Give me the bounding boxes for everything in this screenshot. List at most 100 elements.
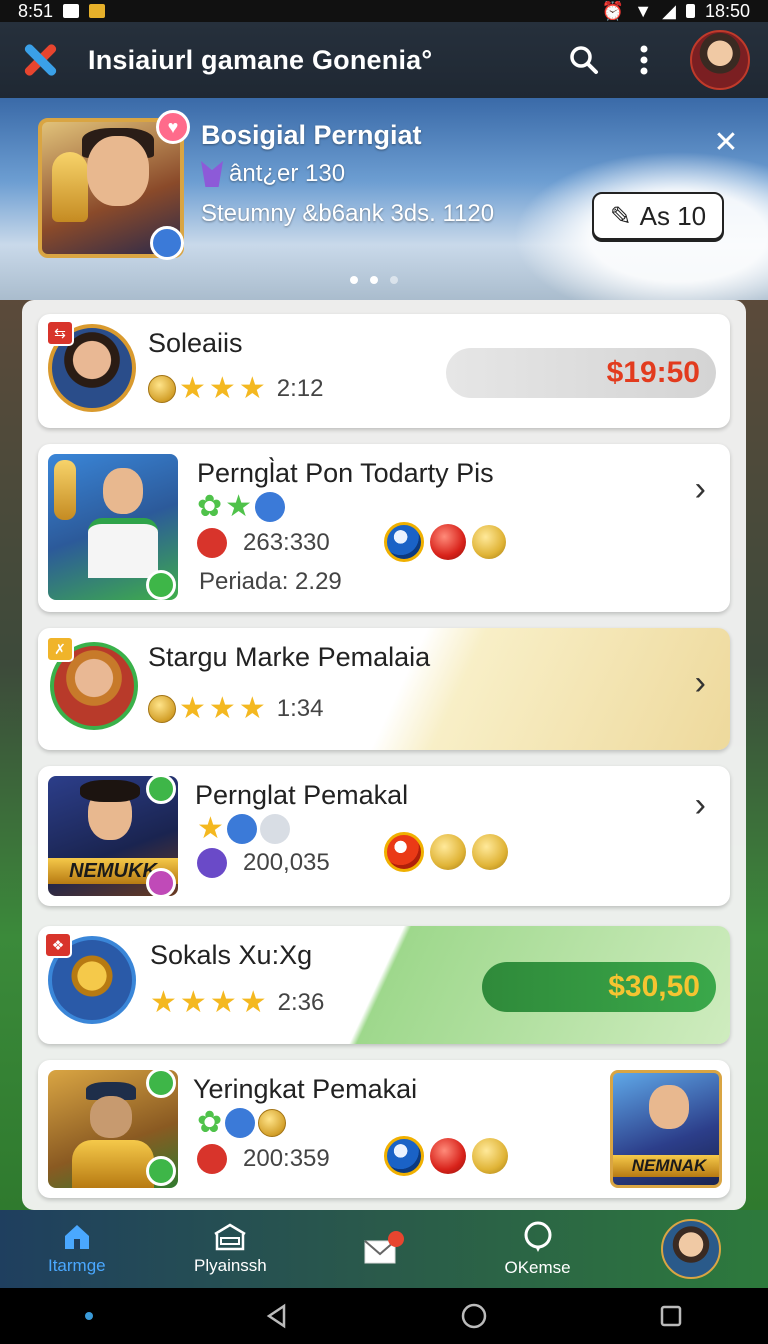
nav-item-mail[interactable]: [319, 1229, 449, 1269]
app-logo: [18, 38, 62, 82]
red-ball-icon: [430, 524, 466, 560]
star-icon: ★: [209, 986, 237, 1019]
signal-icon: ◢: [662, 0, 676, 21]
item-stat: 200,035: [243, 849, 330, 876]
item-title: Sokals Xu:Xg: [150, 940, 313, 970]
status-time-right: 18:50: [704, 0, 750, 21]
back-icon[interactable]: [264, 1303, 290, 1329]
star-icon: ★: [238, 372, 266, 405]
rating: ★ ★ ★ ★ 2:36: [150, 988, 324, 1018]
mail-icon: [364, 1231, 404, 1264]
price-button[interactable]: $19:50: [446, 348, 716, 398]
tag-icon: ✎: [609, 200, 632, 231]
list-item[interactable]: Yeringkat Pemakai ✿ 200:359 NEMNAK: [38, 1060, 730, 1198]
nav-item-shop[interactable]: Plyainssh: [165, 1222, 295, 1276]
purple-badge-icon: [146, 868, 176, 898]
list-item[interactable]: ⇆ Soleaiis ★ ★ ★ 2:12 $19:50: [38, 314, 730, 428]
carousel-dot[interactable]: [350, 276, 358, 284]
notification-icon: [63, 4, 80, 18]
item-title: Soleaiis: [148, 328, 243, 358]
carousel-dot[interactable]: [390, 276, 398, 284]
chevron-right-icon[interactable]: ›: [695, 664, 706, 703]
hero-action-label: As 10: [639, 200, 707, 231]
blue-ball-icon: [384, 1136, 424, 1176]
item-title: Stargu Marke Pemalaia: [148, 642, 431, 672]
system-dot-icon: [85, 1312, 94, 1320]
orange-ball-icon: [384, 832, 424, 872]
silver-badge-icon: [259, 814, 290, 844]
coin-icon: [148, 375, 176, 403]
home-circle-icon[interactable]: [460, 1302, 488, 1330]
badges: ★: [197, 814, 290, 844]
ball-row: [384, 522, 506, 562]
blue-badge-icon: [225, 1108, 256, 1138]
nav-item-chat[interactable]: OKemse: [473, 1220, 603, 1278]
hero-title: Bosigial Perngiat: [201, 120, 422, 150]
nav-label: Itarmge: [47, 1256, 106, 1275]
hero-subtitle-text: ânt¿er 130: [229, 160, 346, 187]
item-title: Yeringkat Pemakai: [193, 1074, 418, 1104]
tag-icon: ✗: [46, 636, 74, 662]
hero-meta: Steumny &b6ank 3ds. 1120: [201, 200, 495, 227]
ball-row: [384, 1136, 508, 1176]
wifi-icon: ▼: [634, 0, 653, 21]
rank-icon: [201, 161, 223, 187]
hero-action-button[interactable]: ✎ As 10: [592, 192, 724, 240]
green-badge-icon: [146, 774, 176, 804]
list-item[interactable]: Perngl̀at Pon Todarty Pis ✿ ★ 263:330 Pe…: [38, 444, 730, 612]
system-navigation-bar: [0, 1288, 768, 1344]
carousel-dot-active[interactable]: [370, 276, 378, 284]
profile-avatar[interactable]: [690, 30, 750, 90]
shield-icon: [197, 848, 227, 878]
star-icon: ★: [150, 986, 177, 1019]
list-item[interactable]: NEMUKK Pernglat Pemakal ★ 200,035 ›: [38, 766, 730, 906]
hero-subtitle: ânt¿er 130: [201, 160, 345, 188]
more-vert-icon: [640, 45, 648, 75]
item-title: Pernglat Pemakal: [195, 780, 409, 810]
nav-label: Plyainssh: [194, 1256, 267, 1275]
item-stat: 263:330: [243, 529, 330, 556]
chat-icon: [524, 1221, 552, 1252]
chevron-right-icon[interactable]: ›: [695, 470, 706, 509]
item-stat: 200:359: [243, 1145, 330, 1172]
star-icon: ★: [179, 372, 206, 405]
item-time: 2:36: [277, 989, 325, 1016]
player-card[interactable]: NEMNAK: [610, 1070, 722, 1188]
gold-ball-icon: [472, 834, 508, 870]
stat-row: 200:359: [197, 1144, 330, 1174]
gold-ball-icon: [472, 525, 506, 559]
alarm-icon: ⏰: [601, 0, 625, 21]
star-icon: ★: [179, 692, 206, 725]
hero-dismiss-button[interactable]: ✕: [708, 124, 744, 160]
red-token-icon: [197, 528, 227, 558]
favorite-heart-icon[interactable]: ♥: [156, 110, 190, 144]
star-icon: ★: [197, 812, 224, 845]
gold-ball-icon: [430, 834, 466, 870]
battery-icon: [685, 4, 695, 18]
recents-icon[interactable]: [659, 1304, 683, 1328]
status-bar: 8:51 ⏰ ▼ ◢ 18:50: [0, 0, 768, 22]
more-menu-button[interactable]: [616, 32, 672, 88]
clover-icon: ✿: [197, 1106, 223, 1139]
list-item[interactable]: ❖ Sokals Xu:Xg ★ ★ ★ ★ 2:36 $30,50: [38, 926, 730, 1044]
nav-item-profile[interactable]: [626, 1219, 756, 1279]
check-badge-icon: [146, 570, 176, 600]
verified-badge-icon: [150, 226, 184, 260]
app-title: Insiaiurl gamane Gonenia°: [88, 44, 433, 75]
trophy-icon: [52, 152, 88, 222]
search-button[interactable]: [556, 32, 612, 88]
gold-ball-icon: [472, 1138, 508, 1174]
blue-badge-icon: [226, 814, 257, 844]
chevron-right-icon[interactable]: ›: [695, 786, 706, 825]
tag-icon: ⇆: [46, 320, 74, 346]
carousel-indicator: [350, 276, 398, 284]
star-icon: ★: [239, 986, 267, 1019]
price-button[interactable]: $30,50: [482, 962, 716, 1012]
stat-row: 263:330: [197, 528, 330, 558]
coin-icon: [148, 695, 176, 723]
item-extra: Periada: 2.29: [199, 568, 342, 595]
list-item[interactable]: ✗ Stargu Marke Pemalaia ★ ★ ★ 1:34 ›: [38, 628, 730, 750]
star-icon: ★: [179, 986, 207, 1019]
nav-item-home[interactable]: Itarmge: [12, 1222, 142, 1276]
price-label: $30,50: [608, 970, 700, 1003]
